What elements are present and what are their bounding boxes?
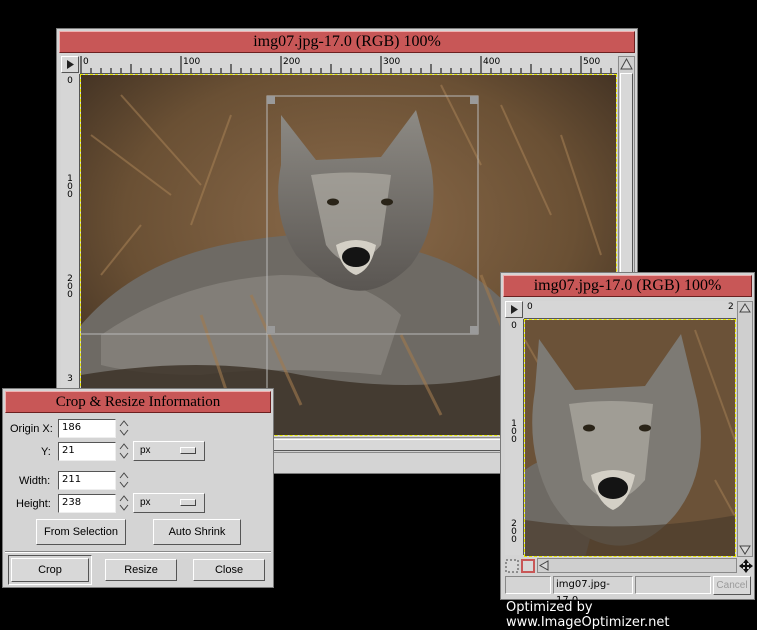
ruler-h-label: 500 bbox=[583, 57, 601, 67]
arrow-down-icon[interactable] bbox=[738, 544, 752, 556]
ruler-ticks bbox=[80, 56, 612, 73]
ruler-v-label: 3 bbox=[65, 374, 75, 382]
status-text-field: img07.jpg-17.0 bbox=[553, 576, 633, 606]
preview-canvas[interactable] bbox=[524, 319, 736, 557]
height-input[interactable]: 238 bbox=[58, 494, 116, 513]
dialog-separator bbox=[5, 551, 271, 553]
size-unit-select[interactable]: px bbox=[133, 493, 205, 513]
origin-unit-value: px bbox=[140, 445, 151, 456]
ruler-v-label: 100 bbox=[509, 419, 519, 443]
preview-vertical-ruler[interactable]: 0 100 200 bbox=[505, 319, 524, 555]
wolf-crop-image bbox=[525, 320, 735, 556]
ruler-v-label: 100 bbox=[65, 174, 75, 198]
cancel-button[interactable]: Cancel bbox=[713, 576, 751, 595]
origin-x-input[interactable]: 186 bbox=[58, 419, 116, 438]
arrow-up-icon[interactable] bbox=[619, 57, 634, 71]
height-label: Height: bbox=[16, 498, 51, 510]
height-spinner[interactable] bbox=[119, 494, 129, 512]
origin-x-spinner[interactable] bbox=[119, 419, 129, 437]
main-window-titlebar[interactable]: img07.jpg-17.0 (RGB) 100% bbox=[59, 31, 635, 53]
arrow-left-icon[interactable] bbox=[538, 559, 550, 572]
width-label: Width: bbox=[19, 475, 51, 487]
arrow-up-icon[interactable] bbox=[738, 302, 752, 314]
preview-image-window: img07.jpg-17.0 (RGB) 100% 0 2 0 100 200 bbox=[500, 272, 755, 606]
progress-bar bbox=[635, 576, 711, 594]
ruler-h-label: 100 bbox=[183, 57, 201, 67]
ruler-v-label: 200 bbox=[65, 274, 75, 298]
crop-resize-dialog: Crop & Resize Information Origin X: 186 … bbox=[2, 388, 274, 588]
preview-window-titlebar[interactable]: img07.jpg-17.0 (RGB) 100% bbox=[503, 275, 752, 297]
resize-button[interactable]: Resize bbox=[105, 559, 177, 581]
crop-button[interactable]: Crop bbox=[11, 558, 89, 582]
auto-shrink-button[interactable]: Auto Shrink bbox=[153, 519, 241, 545]
ruler-h-label: 0 bbox=[527, 302, 533, 312]
quickmask-on-icon[interactable] bbox=[521, 559, 535, 573]
triangle-right-icon bbox=[511, 305, 518, 314]
width-spinner[interactable] bbox=[119, 471, 129, 489]
vertical-ruler[interactable]: 0 100 200 3 bbox=[61, 74, 80, 434]
preview-menu-button[interactable] bbox=[505, 301, 523, 318]
origin-x-label: Origin X: bbox=[10, 423, 53, 435]
main-window-title: img07.jpg-17.0 (RGB) 100% bbox=[253, 33, 441, 50]
navigate-move-icon[interactable] bbox=[739, 559, 753, 573]
close-button[interactable]: Close bbox=[193, 559, 265, 581]
horizontal-ruler[interactable]: 0 100 200 300 400 500 bbox=[80, 56, 617, 74]
dialog-titlebar[interactable]: Crop & Resize Information bbox=[5, 391, 271, 413]
from-selection-button[interactable]: From Selection bbox=[36, 519, 126, 545]
ruler-v-label: 200 bbox=[509, 519, 519, 543]
option-menu-indicator-icon bbox=[180, 499, 196, 506]
ruler-h-label: 2 bbox=[728, 302, 734, 312]
preview-horizontal-scrollbar[interactable] bbox=[537, 558, 737, 573]
dialog-title: Crop & Resize Information bbox=[55, 394, 221, 410]
ruler-h-label: 200 bbox=[283, 57, 301, 67]
option-menu-indicator-icon bbox=[180, 447, 196, 454]
ruler-v-label: 0 bbox=[65, 76, 75, 84]
y-input[interactable]: 21 bbox=[58, 442, 116, 461]
origin-unit-select[interactable]: px bbox=[133, 441, 205, 461]
preview-horizontal-ruler[interactable]: 0 2 bbox=[524, 301, 736, 319]
preview-vertical-scrollbar[interactable] bbox=[737, 301, 753, 557]
triangle-right-icon bbox=[67, 60, 74, 69]
width-input[interactable]: 211 bbox=[58, 471, 116, 490]
quickmask-off-icon[interactable] bbox=[505, 559, 519, 573]
y-spinner[interactable] bbox=[119, 442, 129, 460]
optimizer-watermark: Optimized by www.ImageOptimizer.net bbox=[506, 600, 670, 630]
size-unit-value: px bbox=[140, 497, 151, 508]
preview-window-title: img07.jpg-17.0 (RGB) 100% bbox=[533, 277, 722, 294]
ruler-v-label: 0 bbox=[509, 321, 519, 329]
ruler-h-label: 0 bbox=[83, 57, 89, 67]
ruler-h-label: 300 bbox=[383, 57, 401, 67]
ruler-h-label: 400 bbox=[483, 57, 501, 67]
coordinates-display bbox=[505, 576, 551, 594]
image-menu-button[interactable] bbox=[61, 56, 79, 73]
y-label: Y: bbox=[41, 446, 51, 458]
